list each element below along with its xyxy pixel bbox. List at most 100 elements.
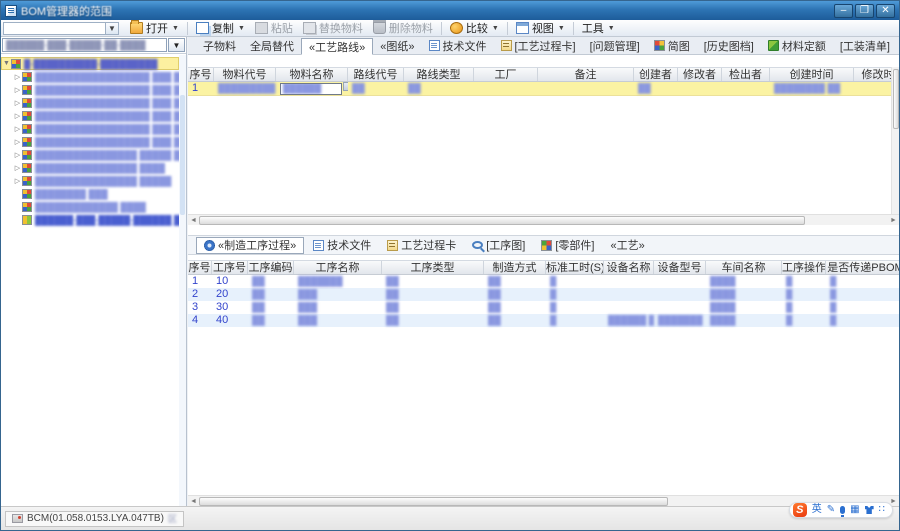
scroll-left-icon[interactable]: ◄ [188, 215, 199, 226]
tab-9[interactable]: [历史图档] [697, 37, 761, 54]
process-row-1[interactable]: 1 10 ██ ███████ ██ ██ █ ████ █ █ [188, 275, 899, 288]
tree-node-1[interactable]: ▷ ██████████████████ ███ ███ [1, 70, 179, 83]
chevron-down-icon[interactable]: ▼ [105, 22, 118, 34]
table-cell: █████████ [218, 83, 276, 93]
process-row-3[interactable]: 3 30 ██ ███ ██ ██ █ ████ █ █ [188, 301, 899, 314]
toolbar-button-7[interactable]: 视图 ▼ [511, 21, 570, 36]
column-header[interactable]: 创建时间 [770, 68, 854, 81]
column-header[interactable]: 修改者 [678, 68, 722, 81]
table-cell: █ [830, 302, 837, 312]
tree-node-3[interactable]: ▷ ██████████████████ ███ ███ [1, 96, 179, 109]
tree-node-11[interactable]: █████████████ ████ [1, 200, 179, 213]
toolbar-combobox[interactable]: ▼ [3, 21, 119, 35]
column-header[interactable]: 工序操作人... [782, 261, 826, 274]
tree-node-7[interactable]: ▷████████████████ █████ ██4 [1, 148, 179, 161]
tab-7[interactable]: [问题管理] [583, 37, 647, 54]
tree-node-4[interactable]: ▷ ██████████████████ ███ ███ [1, 109, 179, 122]
tab-10[interactable]: 材料定额 [761, 37, 833, 54]
expand-icon[interactable]: ▷ [13, 164, 22, 172]
column-header[interactable]: 工序编码 [248, 261, 294, 274]
tab-5[interactable]: 技术文件 [422, 37, 494, 54]
column-header[interactable]: 工序类型 [382, 261, 484, 274]
lower-tab-5[interactable]: [零部件] [534, 237, 601, 254]
expand-icon[interactable]: ▼ [2, 60, 11, 67]
tree-node-5[interactable]: ▷ ██████████████████ ███ ███ [1, 122, 179, 135]
expand-icon[interactable]: ▷ [13, 125, 22, 133]
expand-icon[interactable]: ▷ [13, 177, 22, 185]
table-cell: ██ [488, 276, 501, 286]
tree-node-12[interactable]: ██████-███-█████-██████ ███ [1, 213, 179, 226]
tree-filter-input[interactable]: ██████-███-█████-██-████ [2, 38, 167, 52]
column-header[interactable]: 检出者 [722, 68, 770, 81]
scroll-left-icon[interactable]: ◄ [188, 496, 199, 507]
column-header[interactable]: 物料代号 [214, 68, 276, 81]
skin-icon[interactable] [864, 506, 874, 514]
toolbar-button-1[interactable]: 打开 ▼ [125, 20, 184, 36]
tab-11[interactable]: [工装清单] [833, 37, 897, 54]
expand-icon[interactable]: ▷ [13, 138, 22, 146]
keyboard-icon[interactable]: ▦ [850, 503, 859, 517]
tab-3[interactable]: «工艺路线» [301, 38, 374, 55]
route-table-vscrollbar[interactable] [891, 67, 899, 214]
tab-1[interactable]: 子物料 [196, 37, 243, 54]
expand-icon[interactable]: ▷ [13, 73, 22, 81]
tree-root-node[interactable]: ▼ █-██████████-█████████ [1, 57, 179, 70]
column-header[interactable]: 序号 [188, 261, 212, 274]
tab-2[interactable]: 全局替代 [243, 37, 301, 54]
lower-tab-1[interactable]: «制造工序过程» [196, 236, 305, 254]
column-header[interactable]: 设备名称 [604, 261, 654, 274]
pen-icon[interactable]: ✎ [827, 503, 835, 517]
tab-6[interactable]: [工艺过程卡] [494, 37, 583, 54]
tab-4[interactable]: «图纸» [373, 37, 421, 54]
column-header[interactable]: 车间名称 [706, 261, 782, 274]
toolbar-button-6[interactable]: 比较 ▼ [445, 21, 504, 36]
column-header[interactable]: 工厂 [474, 68, 538, 81]
lower-tab-4[interactable]: [工序图] [465, 237, 532, 254]
tab-label: «图纸» [380, 40, 415, 53]
process-row-4[interactable]: 440████████████████ ███████████████ [188, 314, 899, 327]
route-table-hscrollbar[interactable]: ◄ ► [188, 214, 899, 225]
column-header[interactable]: 工序号 [212, 261, 248, 274]
tree-scrollbar[interactable] [179, 55, 186, 506]
expand-icon[interactable]: ▷ [13, 112, 22, 120]
column-header[interactable]: 创建者 [634, 68, 678, 81]
tab-8[interactable]: 简图 [647, 37, 697, 54]
lower-tab-6[interactable]: «工艺» [604, 237, 652, 254]
column-header[interactable]: 是否传递PBOM [826, 261, 899, 274]
card-icon [387, 239, 399, 251]
toolbar-button-2[interactable]: 复制 ▼ [191, 21, 250, 36]
sogou-logo-icon[interactable]: S [792, 503, 807, 517]
lower-tab-3[interactable]: 工艺过程卡 [380, 237, 463, 254]
zoomic-icon [472, 241, 484, 249]
tree-node-8[interactable]: ▷ ████████████████ ████ [1, 161, 179, 174]
column-header[interactable]: 路线代号 [348, 68, 404, 81]
inline-edit-field[interactable]: ██████ [280, 82, 342, 95]
column-header[interactable]: 制造方式 [484, 261, 546, 274]
maximize-button[interactable]: ❐ [855, 3, 874, 18]
column-header[interactable]: 备注 [538, 68, 634, 81]
toolbox-icon[interactable]: ∷ [879, 503, 885, 517]
expand-icon[interactable]: ▷ [13, 99, 22, 107]
expand-icon[interactable]: ▷ [13, 86, 22, 94]
column-header[interactable]: 工序名称 [294, 261, 382, 274]
close-button[interactable]: ✕ [876, 3, 895, 18]
toolbar-button-8[interactable]: 工具 ▼ [577, 21, 620, 36]
lower-tab-2[interactable]: 技术文件 [306, 237, 378, 254]
expand-icon[interactable]: ▷ [13, 151, 22, 159]
process-row-2[interactable]: 2 20 ██ ███ ██ ██ █ ████ █ █ [188, 288, 899, 301]
column-header[interactable]: 设备型号 [654, 261, 706, 274]
minimize-button[interactable]: – [834, 3, 853, 18]
column-header[interactable]: 物料名称 [276, 68, 348, 81]
tree-filter-dropdown-button[interactable]: ▼ [168, 38, 185, 52]
column-header[interactable]: 路线类型 [404, 68, 474, 81]
tree-node-9[interactable]: ▷ ████████████████ █████ [1, 174, 179, 187]
scroll-right-icon[interactable]: ► [888, 215, 899, 226]
column-header[interactable]: 标准工时(S) [546, 261, 604, 274]
tree-node-2[interactable]: ▷ ██████████████████ ███ ███ [1, 83, 179, 96]
tree-node-6[interactable]: ▷ ██████████████████ ███ ███ [1, 135, 179, 148]
microphone-icon[interactable] [840, 506, 846, 517]
column-header[interactable]: 序号 [188, 68, 214, 81]
tree-node-10[interactable]: ████████ ███ [1, 187, 179, 200]
ime-language-toggle[interactable]: 英 [812, 503, 822, 517]
route-table-selected-row[interactable]: 1 █████████ ██████ ██ ██ ██ ████████ ██ [188, 82, 899, 96]
